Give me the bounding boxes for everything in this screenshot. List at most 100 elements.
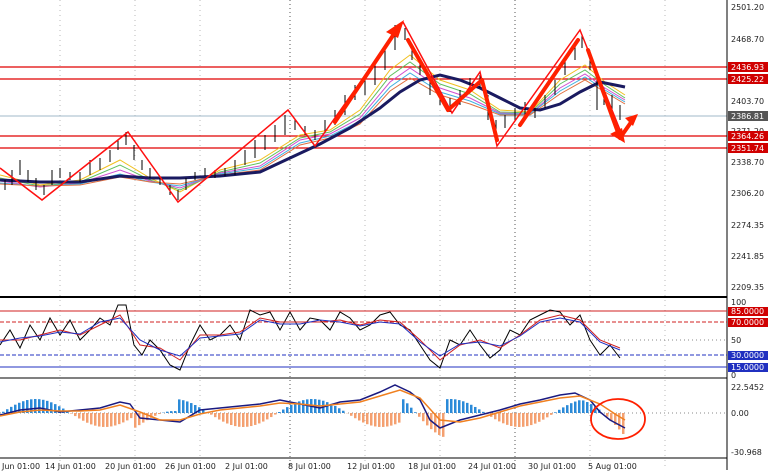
macd-bar — [266, 413, 269, 420]
macd-bar — [518, 413, 521, 427]
macd-pane[interactable]: 22.5452 0.00 -30.968 — [0, 377, 764, 457]
price-label: 2306.20 — [731, 189, 764, 198]
macd-bar — [562, 407, 565, 413]
macd-bar — [50, 402, 53, 413]
macd-bar — [274, 413, 277, 415]
macd-bar — [154, 413, 157, 416]
macd-bar — [126, 413, 129, 421]
macd-bar — [566, 405, 569, 413]
stoch-axis-label: 0 — [731, 371, 736, 380]
macd-bar — [250, 413, 253, 427]
macd-bar — [502, 413, 505, 424]
macd-bar — [546, 413, 549, 418]
macd-bar — [238, 413, 241, 427]
macd-bar — [114, 413, 117, 426]
macd-bar — [38, 399, 41, 413]
macd-bar — [258, 413, 261, 424]
time-label: 30 Jul 01:00 — [528, 462, 576, 471]
macd-bar — [178, 399, 181, 413]
macd-bar — [210, 413, 213, 415]
price-label: 2241.85 — [731, 252, 764, 261]
macd-bar — [522, 413, 525, 427]
macd-bar — [230, 413, 233, 426]
macd-bar — [186, 401, 189, 413]
macd-bar — [386, 413, 389, 427]
stoch-axis-label: 50 — [731, 336, 741, 345]
macd-bar — [466, 402, 469, 413]
macd-bar — [118, 413, 121, 425]
time-label: 14 Jun 01:00 — [45, 462, 96, 471]
macd-bar — [526, 413, 529, 427]
macd-bar — [262, 413, 265, 422]
price-label: 2403.70 — [731, 97, 764, 106]
macd-bar — [410, 407, 413, 413]
macd-bar — [454, 399, 457, 413]
macd-axis-label: 0.00 — [731, 409, 749, 418]
macd-bar — [86, 413, 89, 423]
price-label: 2209.35 — [731, 283, 764, 292]
level-tag: 2425.22 — [731, 75, 764, 84]
time-label: 5 Aug 01:00 — [588, 462, 637, 471]
macd-bar — [46, 400, 49, 413]
time-label: Jun 01:00 — [1, 462, 40, 471]
macd-bar — [406, 403, 409, 413]
price-label: 2468.70 — [731, 35, 764, 44]
macd-bar — [570, 403, 573, 413]
macd-bar — [82, 413, 85, 421]
stochastic-pane[interactable]: 100 50 0 85.0000 70.0000 30.0000 15.0000 — [0, 296, 768, 380]
macd-bar — [106, 413, 109, 427]
macd-bar — [586, 402, 589, 413]
macd-bar — [398, 413, 401, 423]
macd-bar — [578, 400, 581, 413]
macd-bar — [190, 403, 193, 413]
macd-bar — [358, 413, 361, 421]
macd-bar — [550, 413, 553, 415]
macd-bar — [218, 413, 221, 420]
macd-bar — [450, 399, 453, 413]
stoch-axis: 100 50 0 85.0000 70.0000 30.0000 15.0000 — [728, 298, 768, 380]
macd-bar — [350, 413, 353, 416]
current-price-tag: 2386.81 — [731, 112, 764, 121]
macd-bar — [622, 413, 625, 434]
macd-bar — [242, 413, 245, 427]
macd-bar — [102, 413, 105, 427]
price-pane[interactable]: 2501.20 2468.70 2403.70 2371.20 2338.70 … — [0, 0, 768, 470]
macd-bar — [414, 412, 417, 413]
macd-bar — [354, 413, 357, 419]
macd-bar — [134, 413, 137, 428]
macd-bar — [510, 413, 513, 427]
macd-axis: 22.5452 0.00 -30.968 — [731, 383, 764, 457]
macd-bar — [70, 413, 73, 414]
trading-chart[interactable]: 2501.20 2468.70 2403.70 2371.20 2338.70 … — [0, 0, 770, 475]
macd-bar — [326, 402, 329, 413]
macd-bar — [78, 413, 81, 419]
time-label: 24 Jul 01:00 — [468, 462, 516, 471]
level-tag: 2364.26 — [731, 132, 764, 141]
macd-bar — [474, 406, 477, 413]
stoch-level-tag: 15.0000 — [731, 363, 764, 372]
macd-bar — [402, 399, 405, 413]
macd-bar — [394, 413, 397, 425]
time-label: 12 Jul 01:00 — [347, 462, 395, 471]
macd-bar — [270, 413, 273, 418]
macd-bar — [554, 412, 557, 413]
macd-bar — [290, 404, 293, 413]
macd-bar — [366, 413, 369, 425]
time-label: 26 Jun 01:00 — [165, 462, 216, 471]
macd-bar — [470, 404, 473, 413]
stoch-level-tag: 85.0000 — [731, 307, 764, 316]
time-axis: Jun 01:00 14 Jun 01:00 20 Jun 01:00 26 J… — [0, 457, 727, 471]
macd-bar — [122, 413, 125, 423]
macd-bar — [538, 413, 541, 422]
level-tag: 2351.74 — [731, 144, 764, 153]
macd-bar — [170, 411, 173, 413]
macd-bar — [286, 407, 289, 413]
price-label: 2501.20 — [731, 3, 764, 12]
level-tag: 2436.93 — [731, 63, 764, 72]
macd-bar — [462, 401, 465, 413]
macd-bar — [582, 400, 585, 413]
macd-bar — [282, 409, 285, 413]
macd-bar — [334, 405, 337, 413]
stoch-main-line — [0, 304, 621, 371]
macd-bar — [302, 400, 305, 413]
